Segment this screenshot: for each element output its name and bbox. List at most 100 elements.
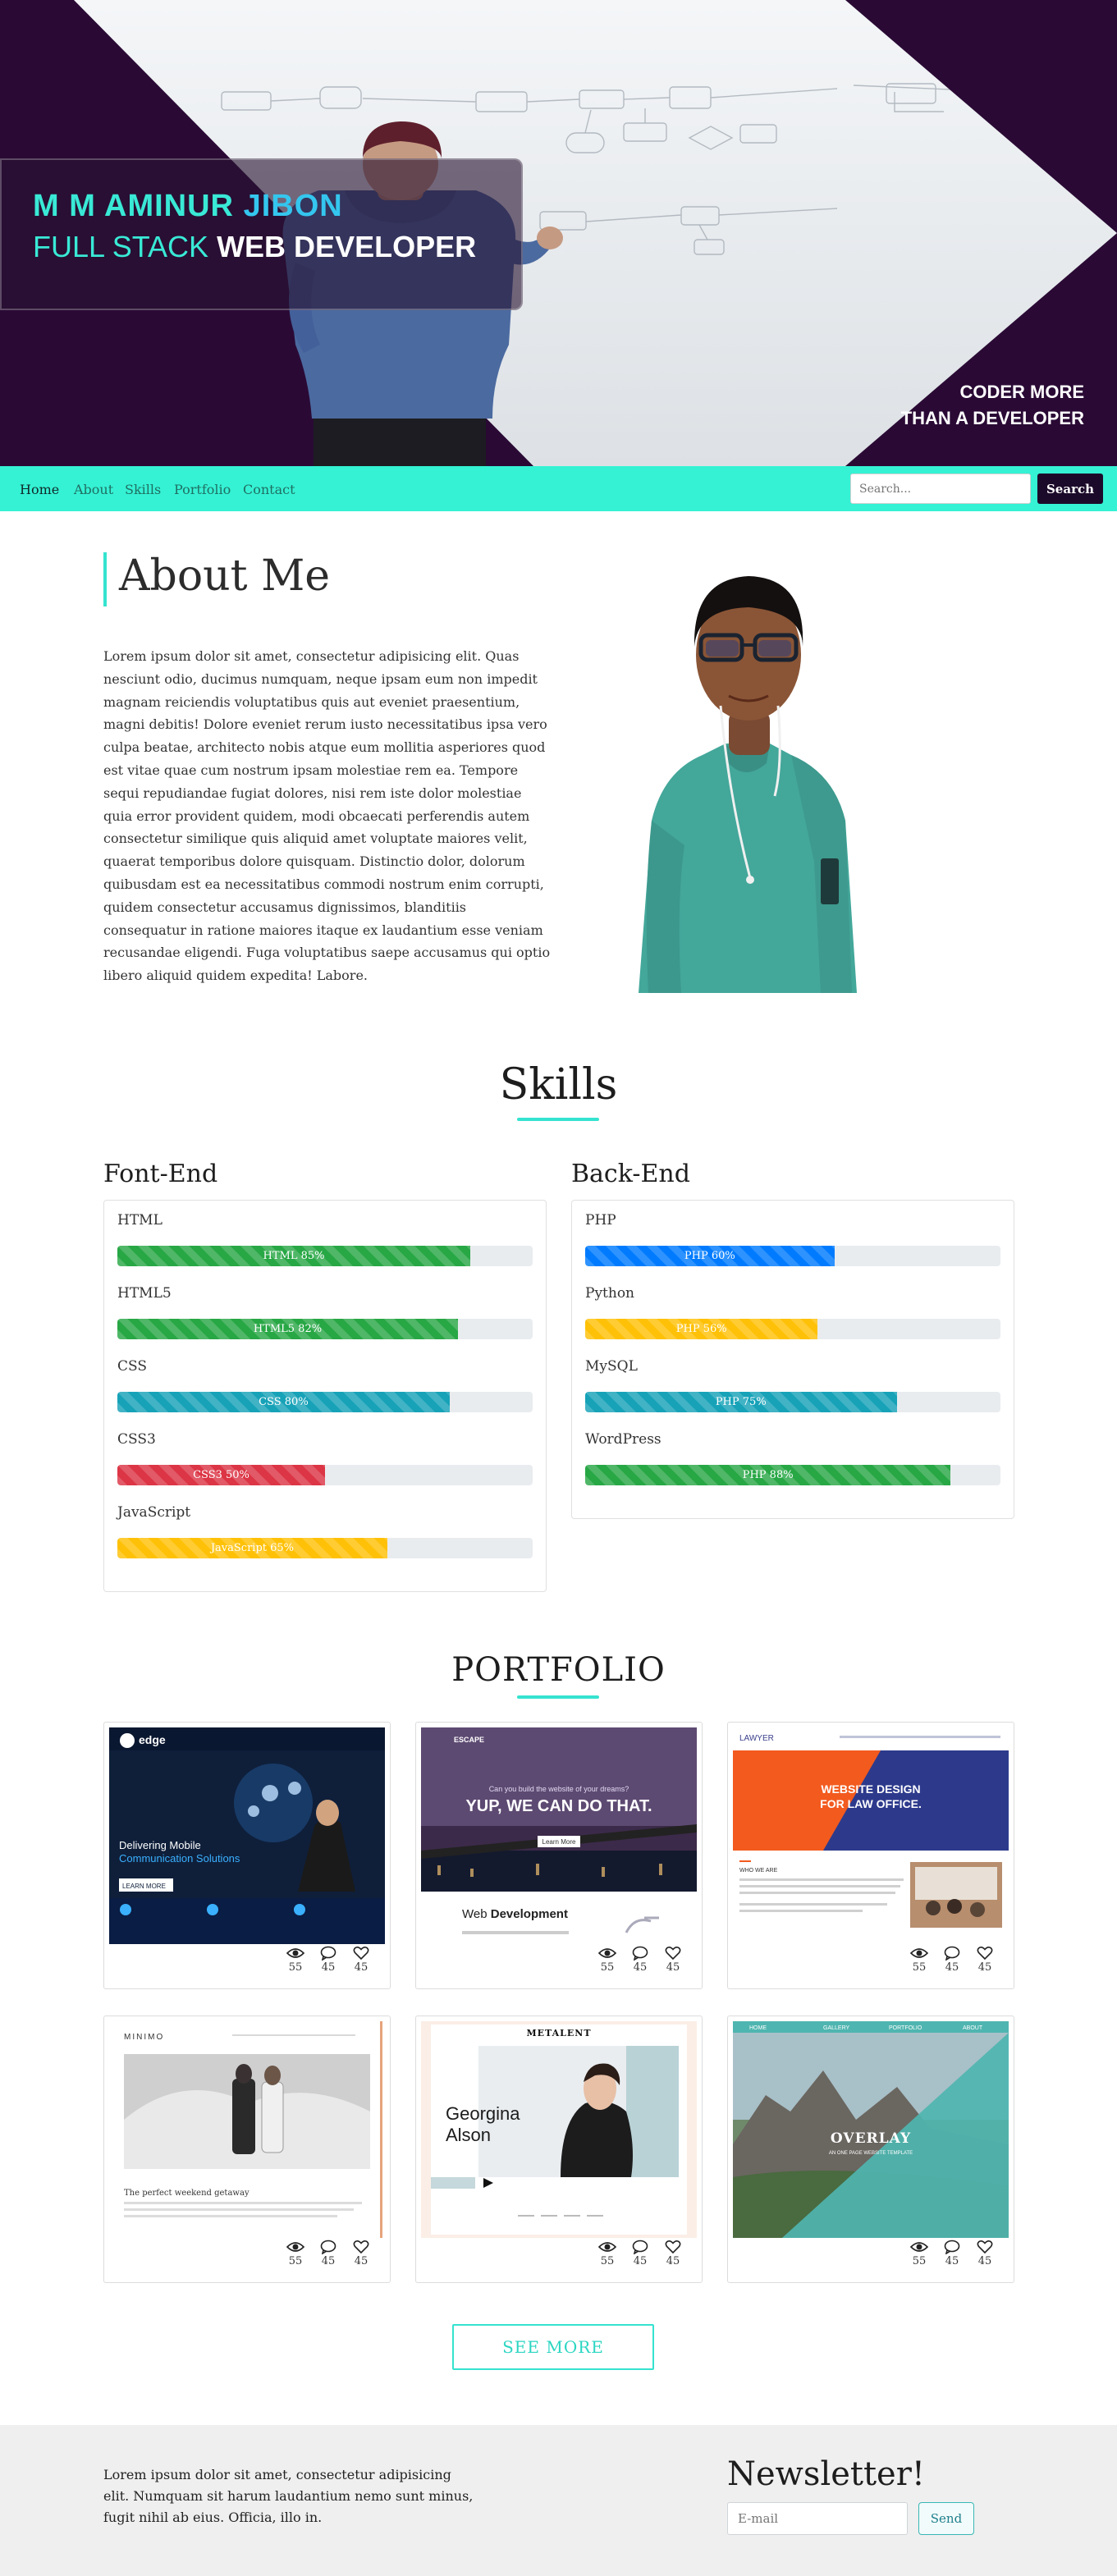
about-title: About Me <box>119 551 331 601</box>
views-count: 55 <box>912 2255 927 2267</box>
comments-stat[interactable]: 45 <box>938 1946 966 1982</box>
skill-progress-bar: HTML 85% <box>117 1246 471 1266</box>
hero-name-first: M M AMINUR <box>33 189 244 223</box>
comment-icon <box>632 2240 648 2254</box>
hero-name-last: JIBON <box>243 189 343 223</box>
profile-photo <box>639 576 857 993</box>
comments-count: 45 <box>945 2255 959 2267</box>
skill-mysql: MySQL PHP 75% <box>572 1347 1014 1420</box>
thumb-headline: OVERLAY <box>831 2130 911 2147</box>
portfolio-card[interactable]: HOME GALLERY PORTFOLIO ABOUT OVERLAY AN … <box>727 2016 1014 2283</box>
portfolio-thumbnail-escape: ESCAPE Can you build the website of your… <box>421 1727 697 1944</box>
comments-stat[interactable]: 45 <box>314 1946 342 1982</box>
skill-progress-track: PHP 88% <box>585 1465 1000 1485</box>
skill-css3: CSS3 CSS3 50% <box>104 1420 546 1493</box>
backend-title: Back-End <box>571 1160 690 1188</box>
portfolio-card[interactable]: ESCAPE Can you build the website of your… <box>415 1722 703 1989</box>
heart-icon <box>977 1947 993 1961</box>
skill-progress-bar: PHP 88% <box>585 1465 951 1485</box>
nav-link-about[interactable]: About <box>74 482 113 497</box>
portfolio-card[interactable]: METALENT Georgina Alson 55 45 45 <box>415 2016 703 2283</box>
eye-icon <box>286 1948 304 1958</box>
portfolio-thumbnail-overlay: HOME GALLERY PORTFOLIO ABOUT OVERLAY AN … <box>733 2021 1009 2238</box>
email-field[interactable] <box>727 2502 908 2535</box>
heart-icon <box>665 1947 681 1961</box>
hero-banner: M M AMINUR JIBON FULL STACK WEB DEVELOPE… <box>0 0 1117 466</box>
likes-stat[interactable]: 45 <box>659 2240 687 2276</box>
frontend-title: Font-End <box>103 1160 218 1188</box>
skill-wordpress: WordPress PHP 88% <box>572 1420 1014 1493</box>
likes-stat[interactable]: 45 <box>347 1946 375 1982</box>
portfolio-card[interactable]: MINIMO The perfect weekend getaway 55 45… <box>103 2016 391 2283</box>
views-count: 55 <box>288 2255 303 2267</box>
likes-count: 45 <box>666 1961 680 1974</box>
skill-progress-track: PHP 75% <box>585 1392 1000 1412</box>
nav-link-contact[interactable]: Contact <box>243 482 295 497</box>
backend-skills-panel: PHP PHP 60% Python PHP 56% MySQL PHP 75%… <box>571 1200 1014 1519</box>
views-stat[interactable]: 55 <box>905 1946 933 1982</box>
thumb-headline: YUP, WE CAN DO THAT. <box>465 1797 652 1815</box>
thumb-question: Can you build the website of your dreams… <box>489 1785 629 1793</box>
portfolio-title: PORTFOLIO <box>451 1651 666 1689</box>
thumb-headline: Delivering Mobile <box>119 1839 201 1851</box>
comments-stat[interactable]: 45 <box>314 2240 342 2276</box>
comments-stat[interactable]: 45 <box>626 1946 654 1982</box>
skill-progress-track: HTML5 82% <box>117 1319 533 1339</box>
skills-title-underline <box>517 1118 599 1121</box>
likes-count: 45 <box>977 2255 992 2267</box>
comment-icon <box>944 2240 960 2254</box>
comments-stat[interactable]: 45 <box>938 2240 966 2276</box>
skill-html: HTML HTML 85% <box>104 1201 546 1274</box>
likes-count: 45 <box>977 1961 992 1974</box>
portfolio-card[interactable]: LAWYER WEBSITE DESIGN FOR LAW OFFICE. WH… <box>727 1722 1014 1989</box>
heart-icon <box>665 2240 681 2254</box>
views-stat[interactable]: 55 <box>282 1946 309 1982</box>
skill-label: WordPress <box>585 1431 662 1448</box>
send-button[interactable]: Send <box>918 2502 974 2535</box>
nav-link-skills[interactable]: Skills <box>125 482 161 497</box>
skill-progress-track: PHP 56% <box>585 1319 1000 1339</box>
skill-progress-bar: PHP 56% <box>585 1319 818 1339</box>
comment-icon <box>944 1946 960 1961</box>
skill-progress-bar: PHP 75% <box>585 1392 897 1412</box>
likes-stat[interactable]: 45 <box>971 2240 999 2276</box>
search-button[interactable]: Search <box>1037 474 1103 504</box>
comments-stat[interactable]: 45 <box>626 2240 654 2276</box>
comments-count: 45 <box>633 1961 648 1974</box>
skill-label: HTML <box>117 1212 163 1229</box>
likes-stat[interactable]: 45 <box>659 1946 687 1982</box>
likes-stat[interactable]: 45 <box>971 1946 999 1982</box>
skill-label: JavaScript <box>117 1504 191 1521</box>
hero-role: FULL STACK WEB DEVELOPER <box>33 230 476 264</box>
thumb-logo: MINIMO <box>124 2033 164 2042</box>
views-stat[interactable]: 55 <box>593 1946 621 1982</box>
search-input[interactable] <box>850 474 1031 504</box>
views-count: 55 <box>912 1961 927 1974</box>
hero-role-main: WEB DEVELOPER <box>217 230 477 263</box>
thumb-headline-1: WEBSITE DESIGN <box>821 1782 920 1796</box>
views-stat[interactable]: 55 <box>593 2240 621 2276</box>
see-more-button[interactable]: SEE MORE <box>452 2324 654 2370</box>
portfolio-thumbnail-edge: edge Delivering Mobile Communication Sol… <box>109 1727 385 1944</box>
portfolio-thumbnail-lawyer: LAWYER WEBSITE DESIGN FOR LAW OFFICE. WH… <box>733 1727 1009 1944</box>
thumb-heading: Web Development <box>462 1907 568 1921</box>
nav-link-home[interactable]: Home <box>20 482 59 497</box>
views-stat[interactable]: 55 <box>905 2240 933 2276</box>
card-stats: 55 45 45 <box>905 2240 1002 2276</box>
comment-icon <box>632 1946 648 1961</box>
thumb-logo: ESCAPE <box>454 1736 484 1744</box>
likes-stat[interactable]: 45 <box>347 2240 375 2276</box>
thumb-logo: edge <box>139 1733 166 1746</box>
skill-python: Python PHP 56% <box>572 1274 1014 1347</box>
heart-icon <box>353 2240 369 2254</box>
comments-count: 45 <box>633 2255 648 2267</box>
skill-label: Python <box>585 1285 635 1302</box>
newsletter-title: Newsletter! <box>727 2455 925 2493</box>
nav-link-portfolio[interactable]: Portfolio <box>174 482 231 497</box>
portfolio-card[interactable]: edge Delivering Mobile Communication Sol… <box>103 1722 391 1989</box>
views-stat[interactable]: 55 <box>282 2240 309 2276</box>
heart-icon <box>353 1947 369 1961</box>
thumb-menu-4: ABOUT <box>963 2025 983 2031</box>
skill-html5: HTML5 HTML5 82% <box>104 1274 546 1347</box>
skill-progress-bar: CSS 80% <box>117 1392 450 1412</box>
